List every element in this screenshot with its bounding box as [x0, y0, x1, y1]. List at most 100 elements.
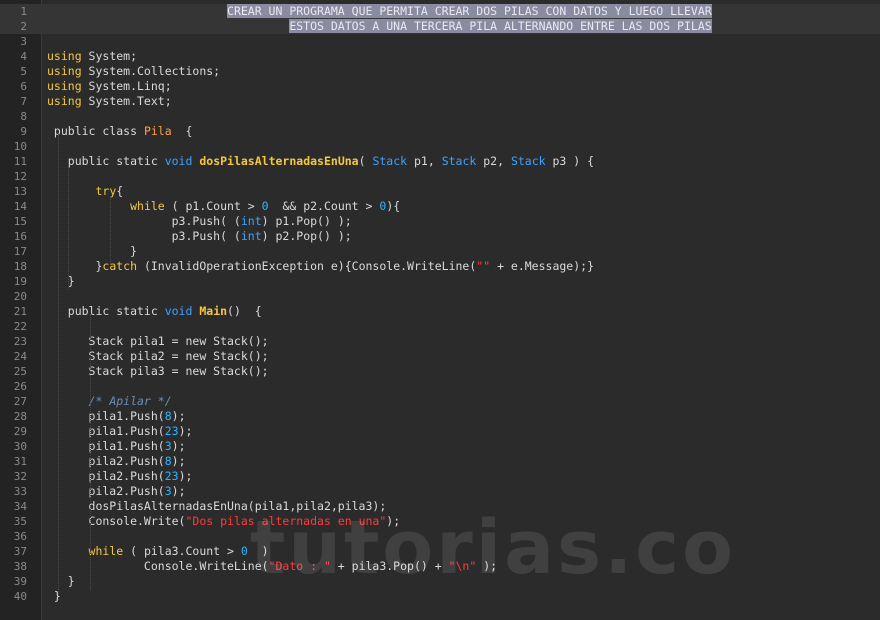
code-line[interactable]: 32 pila2.Push(23);	[0, 469, 880, 484]
line-number: 37	[13, 545, 27, 558]
code-line[interactable]: 22	[0, 319, 880, 334]
code-line[interactable]: 40 }	[0, 589, 880, 604]
line-number: 25	[13, 365, 27, 378]
code-text[interactable]: public static void dosPilasAlternadasEnU…	[47, 154, 594, 169]
code-line[interactable]: 21 public static void Main() {	[0, 304, 880, 319]
code-text[interactable]: Stack pila3 = new Stack();	[47, 364, 269, 379]
code-line[interactable]: 19 }	[0, 274, 880, 289]
code-text[interactable]: pila1.Push(8);	[47, 409, 186, 424]
code-line[interactable]: 11 public static void dosPilasAlternadas…	[0, 154, 880, 169]
code-token: ""	[476, 259, 491, 273]
code-line[interactable]: 2 ESTOS DATOS A UNA TERCERA PILA ALTERNA…	[0, 19, 880, 34]
code-text[interactable]: while ( p1.Count > 0 && p2.Count > 0){	[47, 199, 400, 214]
code-text[interactable]: p3.Push( (int) p1.Pop() );	[47, 214, 352, 229]
code-text[interactable]: Stack pila1 = new Stack();	[47, 334, 269, 349]
code-text[interactable]: Stack pila2 = new Stack();	[47, 349, 269, 364]
code-text[interactable]: using System.Linq;	[47, 79, 172, 94]
code-token: pila2.Push(	[47, 454, 165, 468]
code-text[interactable]: pila1.Push(3);	[47, 439, 186, 454]
code-line[interactable]: 26	[0, 379, 880, 394]
code-line[interactable]: 10	[0, 139, 880, 154]
code-text[interactable]: ESTOS DATOS A UNA TERCERA PILA ALTERNAND…	[47, 19, 712, 34]
code-text[interactable]: using System.Text;	[47, 94, 172, 109]
code-token: }	[47, 244, 138, 258]
code-text[interactable]: }	[47, 274, 75, 289]
code-line[interactable]: 20	[0, 289, 880, 304]
code-line[interactable]: 8	[0, 109, 880, 124]
code-token: Pila	[143, 124, 172, 138]
line-number: 17	[13, 245, 27, 258]
line-number: 7	[20, 95, 27, 108]
code-line[interactable]: 14 while ( p1.Count > 0 && p2.Count > 0)…	[0, 199, 880, 214]
code-text[interactable]: pila2.Push(23);	[47, 469, 193, 484]
code-line[interactable]: 30 pila1.Push(3);	[0, 439, 880, 454]
code-token: using	[47, 94, 82, 108]
code-line[interactable]: 28 pila1.Push(8);	[0, 409, 880, 424]
line-number: 31	[13, 455, 27, 468]
code-token: System.Text;	[81, 94, 172, 108]
code-text[interactable]: pila2.Push(3);	[47, 484, 186, 499]
code-line[interactable]: 17 }	[0, 244, 880, 259]
code-line[interactable]: 23 Stack pila1 = new Stack();	[0, 334, 880, 349]
code-line[interactable]: 5 using System.Collections;	[0, 64, 880, 79]
code-text[interactable]: }	[47, 244, 137, 259]
code-token: ){	[386, 199, 401, 213]
code-line[interactable]: 29 pila1.Push(23);	[0, 424, 880, 439]
code-token: dosPilasAlternadasEnUna	[199, 154, 359, 168]
code-line[interactable]: 18 }catch (InvalidOperationException e){…	[0, 259, 880, 274]
code-token: void	[164, 154, 193, 168]
code-token: Console.WriteLine(	[47, 559, 269, 573]
code-line[interactable]: 12	[0, 169, 880, 184]
code-token: pila1.Push(	[47, 439, 165, 453]
code-text[interactable]: using System.Collections;	[47, 64, 220, 79]
line-number: 40	[13, 590, 27, 603]
code-token: /* Apilar */	[88, 394, 172, 408]
code-line[interactable]: 13 try{	[0, 184, 880, 199]
code-line[interactable]: 16 p3.Push( (int) p2.Pop() );	[0, 229, 880, 244]
code-token: 23	[164, 424, 179, 438]
code-token: p3.Push( (	[47, 214, 241, 228]
code-line[interactable]: 27 /* Apilar */	[0, 394, 880, 409]
code-token: pila2.Push(	[47, 469, 165, 483]
code-text[interactable]: public static void Main() {	[47, 304, 262, 319]
code-token: );	[171, 409, 186, 423]
line-number: 15	[13, 215, 27, 228]
code-text[interactable]: public class Pila {	[47, 124, 193, 139]
code-line[interactable]: 33 pila2.Push(3);	[0, 484, 880, 499]
code-line[interactable]: 4 using System;	[0, 49, 880, 64]
code-line[interactable]: 7 using System.Text;	[0, 94, 880, 109]
code-text[interactable]: }catch (InvalidOperationException e){Con…	[47, 259, 594, 274]
code-text[interactable]: using System;	[47, 49, 137, 64]
line-number: 9	[20, 125, 27, 138]
code-text[interactable]: while ( pila3.Count > 0 )	[47, 544, 269, 559]
line-number: 20	[13, 290, 27, 303]
code-line[interactable]: 9 public class Pila {	[0, 124, 880, 139]
code-line[interactable]: 3	[0, 34, 880, 49]
code-token: void	[164, 304, 193, 318]
line-number: 26	[13, 380, 27, 393]
code-line[interactable]: 6 using System.Linq;	[0, 79, 880, 94]
watermark-logo: tutorias.co	[250, 505, 736, 591]
code-text[interactable]: }	[47, 574, 75, 589]
code-line[interactable]: 25 Stack pila3 = new Stack();	[0, 364, 880, 379]
line-number: 16	[13, 230, 27, 243]
code-line[interactable]: 31 pila2.Push(8);	[0, 454, 880, 469]
code-token: ( p1.Count >	[164, 199, 262, 213]
code-token: p3.Push( (	[47, 229, 241, 243]
line-number: 28	[13, 410, 27, 423]
code-text[interactable]: pila1.Push(23);	[47, 424, 193, 439]
code-line[interactable]: 1 CREAR UN PROGRAMA QUE PERMITA CREAR DO…	[0, 4, 880, 19]
code-text[interactable]: p3.Push( (int) p2.Pop() );	[47, 229, 352, 244]
line-number: 38	[13, 560, 27, 573]
code-text[interactable]: pila2.Push(8);	[47, 454, 186, 469]
code-token: {	[171, 124, 193, 138]
code-token: && p2.Count >	[268, 199, 380, 213]
code-text[interactable]: /* Apilar */	[47, 394, 172, 409]
code-line[interactable]: 15 p3.Push( (int) p1.Pop() );	[0, 214, 880, 229]
code-line[interactable]: 24 Stack pila2 = new Stack();	[0, 349, 880, 364]
code-token: ) p1.Pop() );	[261, 214, 352, 228]
code-text[interactable]: CREAR UN PROGRAMA QUE PERMITA CREAR DOS …	[47, 4, 712, 19]
code-token: }	[47, 274, 75, 288]
code-token: 0	[261, 199, 269, 213]
